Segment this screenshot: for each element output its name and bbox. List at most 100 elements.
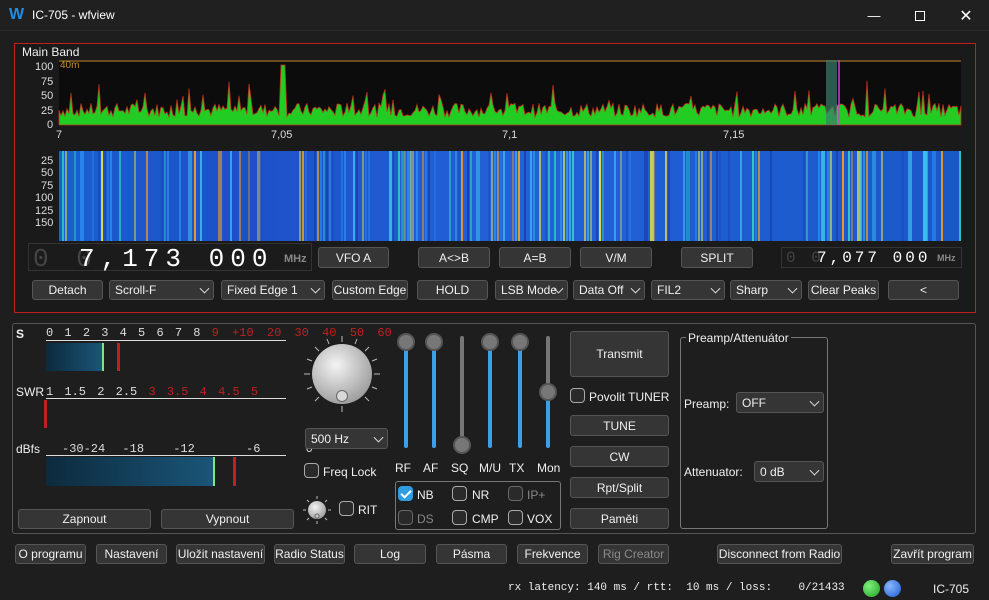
about-button[interactable]: O programu: [15, 544, 86, 564]
tune-button[interactable]: TUNE: [570, 415, 669, 436]
cmp-checkbox[interactable]: [452, 510, 467, 525]
enable-tuner-checkbox[interactable]: [570, 388, 585, 403]
waterfall-signal: [200, 151, 202, 241]
chevron-down-icon: [310, 283, 321, 294]
minimize-icon[interactable]: —: [851, 0, 897, 31]
custom-edge-button[interactable]: Custom Edge: [332, 280, 408, 300]
vm-button[interactable]: V/M: [580, 247, 652, 268]
vfo-a-button[interactable]: VFO A: [318, 247, 389, 268]
preamp-select[interactable]: OFF: [736, 392, 824, 413]
frequency-button[interactable]: Frekvence: [517, 544, 588, 564]
waterfall-signal: [332, 151, 334, 241]
swr-tick: 2: [97, 385, 105, 399]
waterfall-signal: [167, 151, 169, 241]
back-button[interactable]: <: [888, 280, 959, 300]
close-program-button[interactable]: Zavřít program: [891, 544, 974, 564]
waterfall-signal: [866, 151, 868, 241]
mu-handle[interactable]: [481, 333, 499, 351]
waterfall-signal: [803, 151, 805, 241]
waterfall-signal: [161, 151, 163, 241]
swr-tick: 4.5: [218, 385, 240, 399]
rit-knob[interactable]: [302, 495, 332, 525]
af-gain-handle[interactable]: [425, 333, 443, 351]
slider-label: AF: [423, 461, 439, 475]
rig-creator-button[interactable]: Rig Creator: [598, 544, 669, 564]
squelch-handle[interactable]: [453, 436, 471, 454]
tuning-step-select[interactable]: 500 Hz: [305, 428, 388, 449]
a-swap-b-button[interactable]: A<>B: [418, 247, 490, 268]
log-button[interactable]: Log: [354, 544, 426, 564]
waterfall-signal: [686, 151, 690, 241]
s-tick: 5: [138, 326, 146, 340]
power-off-button[interactable]: Vypnout: [161, 509, 294, 529]
waterfall-signal: [881, 151, 883, 241]
attenuator-select[interactable]: 0 dB: [754, 461, 824, 482]
squelch-slider[interactable]: [460, 336, 464, 448]
nb-checkbox[interactable]: [398, 486, 413, 501]
close-icon[interactable]: ✕: [943, 0, 989, 31]
main-band-label: Main Band: [22, 45, 80, 59]
filter-select[interactable]: FIL2: [651, 280, 725, 300]
radio-status-button[interactable]: Radio Status: [274, 544, 345, 564]
settings-button[interactable]: Nastavení: [96, 544, 167, 564]
save-settings-button[interactable]: Uložit nastavení: [176, 544, 265, 564]
maximize-icon[interactable]: [897, 0, 943, 31]
scroll-mode-select[interactable]: Scroll-F: [109, 280, 214, 300]
vox-checkbox[interactable]: [508, 510, 523, 525]
hold-button[interactable]: HOLD: [417, 280, 488, 300]
ipplus-checkbox[interactable]: [508, 486, 523, 501]
status-led-icon: [884, 580, 901, 597]
power-on-button[interactable]: Zapnout: [18, 509, 151, 529]
tx-power-handle[interactable]: [511, 333, 529, 351]
transmit-button[interactable]: Transmit: [570, 331, 669, 377]
sub-frequency-display[interactable]: 0 0 7,077 000 MHz: [781, 247, 962, 268]
cw-button[interactable]: CW: [570, 446, 669, 467]
rit-checkbox[interactable]: [339, 501, 354, 516]
af-gain-slider[interactable]: [432, 336, 436, 448]
repeater-split-button[interactable]: Rpt/Split: [570, 477, 669, 498]
swr-tick: 1: [46, 385, 54, 399]
waterfall-signal: [344, 151, 346, 241]
title-bar: W IC-705 - wfview — ✕: [0, 0, 989, 31]
mode-select[interactable]: LSB Mode: [495, 280, 568, 300]
s-tick: 2: [82, 326, 91, 340]
ds-checkbox[interactable]: [398, 510, 413, 525]
disconnect-button[interactable]: Disconnect from Radio: [717, 544, 842, 564]
enable-tuner-label: Povolit TUNER: [589, 390, 670, 404]
waterfall-signal: [545, 151, 547, 241]
clear-peaks-button[interactable]: Clear Peaks: [808, 280, 879, 300]
tx-power-slider[interactable]: [518, 336, 522, 448]
dbfs-tick: -18: [122, 442, 145, 456]
freq-lock-checkbox[interactable]: [304, 463, 319, 478]
waterfall-signal: [644, 151, 648, 241]
s-meter-bar: [46, 343, 102, 371]
edge-select[interactable]: Fixed Edge 1: [221, 280, 325, 300]
rf-gain-slider[interactable]: [404, 336, 408, 448]
tuning-knob[interactable]: [302, 334, 382, 414]
rf-gain-handle[interactable]: [397, 333, 415, 351]
swr-tick: 3.5: [166, 385, 189, 399]
monitor-slider-upper[interactable]: [546, 336, 550, 386]
waterfall-signal: [848, 151, 850, 241]
waterfall-signal: [458, 151, 460, 241]
waterfall-signal: [863, 151, 865, 241]
waterfall-signal: [620, 151, 622, 241]
filter-shape-select[interactable]: Sharp: [730, 280, 802, 300]
detach-button[interactable]: Detach: [32, 280, 103, 300]
y-tick: 0: [47, 119, 54, 131]
swr-meter-scale: 1 1.5 2 2.5 3 3.5 4 4.5 5: [46, 385, 258, 399]
waterfall-signal: [599, 151, 601, 241]
a-equals-b-button[interactable]: A=B: [499, 247, 571, 268]
waterfall-signal: [569, 151, 571, 241]
s-tick: +10: [232, 326, 254, 340]
split-button[interactable]: SPLIT: [681, 247, 753, 268]
nr-checkbox[interactable]: [452, 486, 467, 501]
main-frequency-display[interactable]: 0 0 7,173 000 MHz: [28, 243, 312, 274]
bands-button[interactable]: Pásma: [436, 544, 507, 564]
monitor-handle[interactable]: [539, 383, 557, 401]
memories-button[interactable]: Paměti: [570, 508, 669, 529]
data-mode-select[interactable]: Data Off: [573, 280, 645, 300]
waterfall-signal: [872, 151, 876, 241]
mu-slider[interactable]: [488, 336, 492, 448]
waterfall-signal: [119, 151, 121, 241]
